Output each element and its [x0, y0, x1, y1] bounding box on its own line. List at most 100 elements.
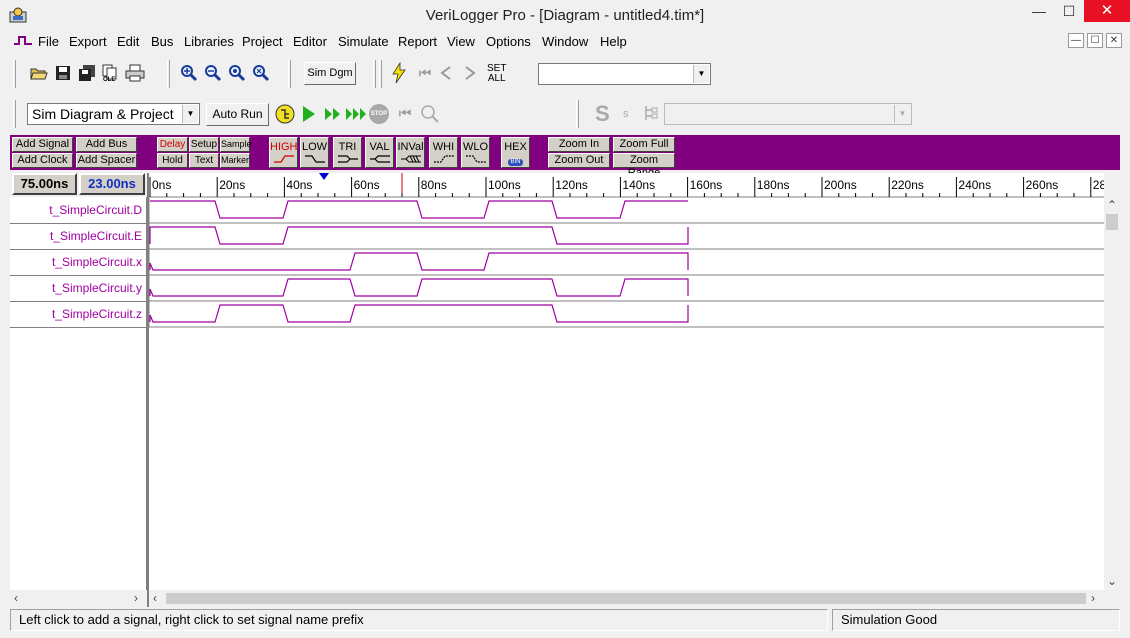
signal-name-z[interactable]: t_SimpleCircuit.z	[52, 307, 142, 321]
run-icon[interactable]	[302, 105, 316, 123]
menu-view[interactable]: View	[447, 34, 475, 49]
chevron-down-icon[interactable]: ▼	[182, 105, 198, 123]
menu-export[interactable]: Export	[69, 34, 107, 49]
add-signal-button[interactable]: Add Signal	[12, 137, 73, 152]
hex-button[interactable]: HEX BIN	[501, 137, 530, 168]
marker-blue-triangle[interactable]	[319, 173, 329, 180]
whi-button[interactable]: WHI	[429, 137, 458, 168]
zoom-range-button[interactable]: Zoom Range	[613, 153, 675, 179]
menu-report[interactable]: Report	[398, 34, 437, 49]
first-step-icon[interactable]: ⏮	[414, 62, 436, 84]
waveform-x[interactable]	[149, 252, 689, 271]
auto-run-button[interactable]: Auto Run	[206, 103, 269, 126]
minimize-button[interactable]: —	[1022, 0, 1056, 22]
scroll-up-icon[interactable]: ⌃	[1107, 198, 1117, 212]
signal-name-d[interactable]: t_SimpleCircuit.D	[49, 203, 142, 217]
high-button[interactable]: HIGH	[269, 137, 298, 168]
scroll-left-icon[interactable]: ‹	[153, 591, 157, 605]
marker-button[interactable]: Marker	[220, 153, 250, 168]
chevron-down-icon[interactable]: ▼	[894, 105, 910, 123]
vertical-scroll-thumb[interactable]	[1106, 214, 1118, 230]
print-icon[interactable]	[125, 64, 145, 82]
toolbar-grip[interactable]	[576, 100, 579, 128]
zoom-full-button[interactable]: Zoom Full	[613, 137, 675, 152]
fast-forward-icon[interactable]	[324, 107, 342, 121]
waveform-d[interactable]	[150, 200, 688, 219]
toolbar-grip[interactable]	[379, 60, 382, 88]
save-all-icon[interactable]	[78, 64, 96, 82]
low-button[interactable]: LOW	[300, 137, 329, 168]
mdi-restore-button[interactable]: ☐	[1087, 33, 1103, 48]
toolbar-grip[interactable]	[13, 60, 16, 88]
signal-name-e[interactable]: t_SimpleCircuit.E	[50, 229, 142, 243]
close-button[interactable]: ✕	[1084, 0, 1130, 22]
sim-dgm-button[interactable]: Sim Dgm	[304, 62, 356, 85]
set-all-button[interactable]: SET ALL	[487, 64, 506, 84]
mdi-minimize-button[interactable]: —	[1068, 33, 1084, 48]
vertical-scrollbar[interactable]: ⌃ ⌄	[1104, 197, 1120, 590]
add-spacer-button[interactable]: Add Spacer	[76, 153, 137, 168]
scroll-down-icon[interactable]: ⌄	[1107, 574, 1117, 588]
lightning-icon[interactable]	[391, 62, 407, 84]
menu-options[interactable]: Options	[486, 34, 531, 49]
waveform-canvas[interactable]: 0ns 20ns 40ns 60ns 80ns 100ns 120ns 140ns 160ns 1…	[149, 173, 1104, 607]
signal-horizontal-scrollbar[interactable]: ‹ ›	[10, 590, 147, 607]
horizontal-scroll-thumb[interactable]	[166, 593, 1086, 604]
cursor-time-button[interactable]: 75.00ns	[12, 173, 77, 195]
zoom-out-button[interactable]: Zoom Out	[548, 153, 610, 168]
wlo-button[interactable]: WLO	[461, 137, 490, 168]
signal-tree-icon[interactable]	[642, 104, 662, 124]
signal-name-x[interactable]: t_SimpleCircuit.x	[52, 255, 142, 269]
zoom-in-icon[interactable]	[180, 64, 198, 82]
toolbar-grip[interactable]	[288, 60, 291, 88]
delay-button[interactable]: Delay	[157, 137, 188, 152]
menu-project[interactable]: Project	[242, 34, 282, 49]
document-icon[interactable]	[13, 34, 33, 49]
maximize-button[interactable]: ☐	[1052, 0, 1086, 22]
waveform-horizontal-scrollbar[interactable]: ‹ ›	[149, 590, 1104, 607]
toolbar-grip[interactable]	[13, 100, 16, 128]
mdi-close-button[interactable]: ✕	[1106, 33, 1122, 48]
val-button[interactable]: VAL	[365, 137, 394, 168]
waveform-z[interactable]	[149, 304, 689, 323]
menu-file[interactable]: File	[38, 34, 59, 49]
zoom-in-button[interactable]: Zoom In	[548, 137, 610, 152]
search-icon[interactable]	[420, 104, 440, 124]
menu-window[interactable]: Window	[542, 34, 588, 49]
waveform-area[interactable]: 0ns 20ns 40ns 60ns 80ns 100ns 120ns 140ns 160ns 1…	[149, 173, 1104, 607]
zoom-full-icon[interactable]	[228, 64, 246, 82]
open-folder-icon[interactable]	[30, 64, 48, 82]
signal-combo[interactable]: ▼	[664, 103, 912, 125]
save-icon[interactable]	[54, 64, 72, 82]
menu-simulate[interactable]: Simulate	[338, 34, 389, 49]
waveform-e[interactable]	[149, 226, 689, 245]
signal-s-big-icon[interactable]: S	[595, 101, 610, 127]
menu-editor[interactable]: Editor	[293, 34, 327, 49]
scroll-left-icon[interactable]: ‹	[14, 591, 18, 605]
sample-button[interactable]: Sample	[220, 137, 252, 152]
build-icon[interactable]	[274, 103, 296, 125]
scroll-right-icon[interactable]: ›	[134, 591, 138, 605]
menu-help[interactable]: Help	[600, 34, 627, 49]
menu-bus[interactable]: Bus	[151, 34, 173, 49]
chevron-down-icon[interactable]: ▼	[693, 65, 709, 83]
tri-button[interactable]: TRI	[333, 137, 362, 168]
menu-edit[interactable]: Edit	[117, 34, 139, 49]
waveform-y[interactable]	[149, 278, 689, 297]
signal-name-y[interactable]: t_SimpleCircuit.y	[52, 281, 142, 295]
add-bus-button[interactable]: Add Bus	[76, 137, 137, 152]
mode-combo[interactable]: Sim Diagram & Project ▼	[27, 103, 200, 125]
add-clock-button[interactable]: Add Clock	[12, 153, 73, 168]
delta-time-button[interactable]: 23.00ns	[79, 173, 145, 195]
zoom-range-icon[interactable]	[252, 64, 270, 82]
scroll-right-icon[interactable]: ›	[1091, 591, 1095, 605]
zoom-out-icon[interactable]	[204, 64, 222, 82]
stop-icon[interactable]: STOP	[369, 104, 389, 124]
run-all-icon[interactable]	[345, 107, 369, 121]
setup-button[interactable]: Setup	[189, 137, 219, 152]
inval-button[interactable]: INVal	[396, 137, 425, 168]
signal-s-small-icon[interactable]: s	[623, 108, 629, 120]
menu-libraries[interactable]: Libraries	[184, 34, 234, 49]
hold-button[interactable]: Hold	[157, 153, 188, 168]
step-forward-icon[interactable]	[464, 66, 476, 80]
